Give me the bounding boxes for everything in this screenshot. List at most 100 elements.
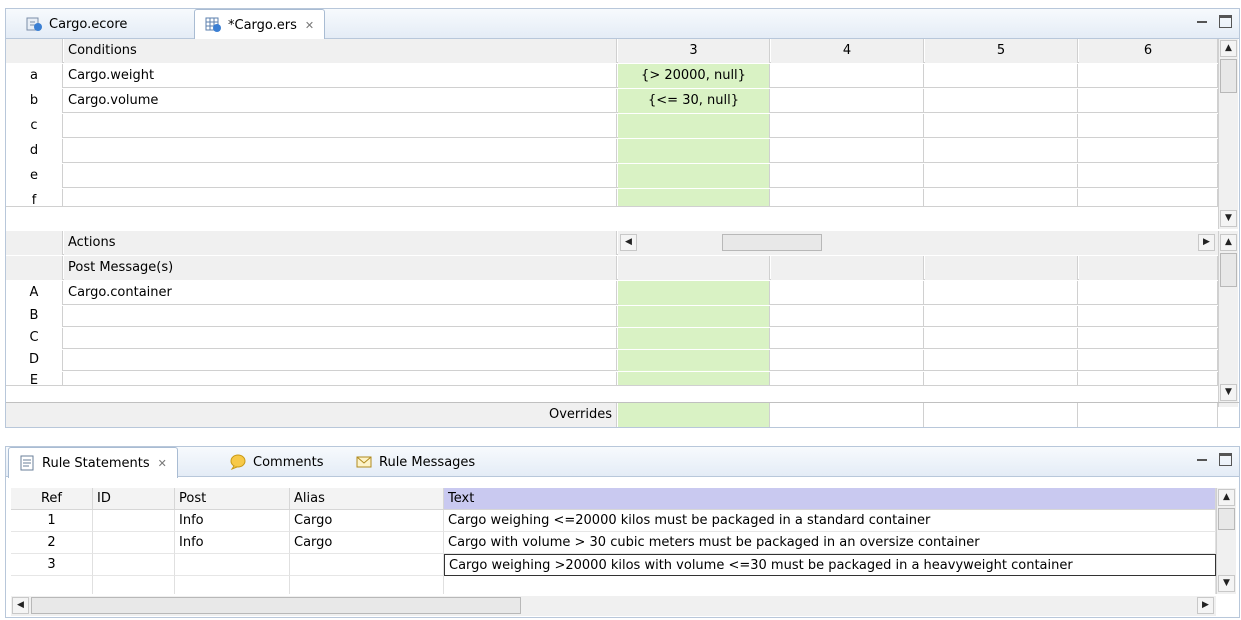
action-text[interactable]: [64, 350, 617, 371]
condition-text[interactable]: Cargo.weight: [64, 64, 617, 88]
table-horizontal-scrollbar[interactable]: ◀ ▶: [11, 596, 1216, 616]
action-text[interactable]: [64, 328, 617, 349]
action-value-cell[interactable]: [1079, 350, 1218, 371]
condition-value-cell[interactable]: [1079, 114, 1218, 138]
scroll-down-arrow-icon[interactable]: ▼: [1218, 575, 1235, 592]
post-message-cell[interactable]: [618, 256, 770, 280]
action-value-cell[interactable]: [925, 328, 1078, 349]
scroll-up-arrow-icon[interactable]: ▲: [1220, 40, 1237, 57]
action-value-cell[interactable]: [1079, 306, 1218, 327]
scroll-up-arrow-icon[interactable]: ▲: [1218, 489, 1235, 506]
tab-cargo-ecore[interactable]: Cargo.ecore: [16, 9, 137, 39]
condition-value-cell[interactable]: [771, 189, 924, 206]
action-value-cell[interactable]: [618, 328, 770, 349]
condition-value-cell[interactable]: [1079, 89, 1218, 113]
condition-value-cell[interactable]: [771, 89, 924, 113]
scrollbar-thumb[interactable]: [1220, 59, 1237, 93]
condition-value-cell[interactable]: [618, 139, 770, 163]
condition-value-cell[interactable]: [771, 164, 924, 188]
condition-value-cell[interactable]: [1079, 164, 1218, 188]
scrollbar-thumb[interactable]: [722, 234, 822, 251]
column-header-post[interactable]: Post: [175, 488, 290, 510]
action-value-cell[interactable]: [771, 306, 924, 327]
close-icon[interactable]: ✕: [305, 19, 314, 32]
condition-value-cell[interactable]: [925, 189, 1078, 206]
column-header-6[interactable]: 6: [1079, 39, 1218, 63]
conditions-vertical-scrollbar[interactable]: ▲ ▼: [1218, 39, 1238, 229]
condition-value-cell[interactable]: [925, 114, 1078, 138]
condition-value-cell[interactable]: [1079, 189, 1218, 206]
scrollbar-thumb[interactable]: [1220, 253, 1237, 287]
condition-value-cell[interactable]: {<= 30, null}: [618, 89, 770, 113]
scroll-down-arrow-icon[interactable]: ▼: [1220, 210, 1237, 227]
action-value-cell[interactable]: [771, 350, 924, 371]
action-text[interactable]: [64, 306, 617, 327]
action-text[interactable]: Cargo.container: [64, 281, 617, 305]
columns-horizontal-scrollbar[interactable]: ◀ ▶: [618, 231, 1218, 255]
column-header-4[interactable]: 4: [771, 39, 924, 63]
action-value-cell[interactable]: [771, 281, 924, 305]
action-value-cell[interactable]: [925, 306, 1078, 327]
close-icon[interactable]: ✕: [158, 457, 167, 470]
condition-text[interactable]: [64, 164, 617, 188]
condition-value-cell[interactable]: [771, 114, 924, 138]
action-value-cell[interactable]: [1079, 281, 1218, 305]
scroll-left-arrow-icon[interactable]: ◀: [12, 597, 29, 614]
column-header-ref[interactable]: Ref: [11, 488, 93, 510]
action-value-cell[interactable]: [925, 372, 1078, 385]
condition-value-cell[interactable]: [771, 64, 924, 88]
column-header-alias[interactable]: Alias: [290, 488, 444, 510]
cell-text-editing[interactable]: Cargo weighing >20000 kilos with volume …: [444, 554, 1216, 576]
action-value-cell[interactable]: [925, 350, 1078, 371]
condition-value-cell[interactable]: [1079, 139, 1218, 163]
action-value-cell[interactable]: [771, 372, 924, 385]
column-header-5[interactable]: 5: [925, 39, 1078, 63]
tab-cargo-ers[interactable]: *Cargo.ers ✕: [194, 9, 326, 40]
scroll-down-arrow-icon[interactable]: ▼: [1220, 384, 1237, 401]
tab-rule-statements[interactable]: Rule Statements ✕: [8, 447, 178, 478]
column-header-text[interactable]: Text: [444, 488, 1216, 510]
action-value-cell[interactable]: [771, 328, 924, 349]
action-value-cell[interactable]: [618, 350, 770, 371]
condition-text[interactable]: Cargo.volume: [64, 89, 617, 113]
scroll-left-arrow-icon[interactable]: ◀: [620, 234, 637, 251]
condition-value-cell[interactable]: [618, 164, 770, 188]
condition-value-cell[interactable]: [771, 139, 924, 163]
condition-value-cell[interactable]: [618, 189, 770, 206]
action-value-cell[interactable]: [925, 281, 1078, 305]
scrollbar-thumb[interactable]: [1218, 508, 1235, 530]
maximize-icon[interactable]: [1219, 453, 1232, 466]
condition-value-cell[interactable]: [925, 139, 1078, 163]
condition-value-cell[interactable]: [925, 64, 1078, 88]
actions-vertical-scrollbar[interactable]: ▲ ▼: [1218, 231, 1238, 407]
action-text[interactable]: [64, 372, 617, 385]
override-cell[interactable]: [925, 403, 1078, 427]
minimize-icon[interactable]: [1197, 17, 1207, 23]
condition-value-cell[interactable]: {> 20000, null}: [618, 64, 770, 88]
action-value-cell[interactable]: [618, 372, 770, 385]
scroll-up-arrow-icon[interactable]: ▲: [1220, 234, 1237, 251]
scroll-right-arrow-icon[interactable]: ▶: [1197, 597, 1214, 614]
column-header-3[interactable]: 3: [618, 39, 770, 63]
minimize-icon[interactable]: [1197, 455, 1207, 461]
override-cell[interactable]: [1079, 403, 1218, 427]
condition-text[interactable]: [64, 114, 617, 138]
table-vertical-scrollbar[interactable]: ▲ ▼: [1216, 488, 1236, 594]
post-message-cell[interactable]: [925, 256, 1078, 280]
condition-value-cell[interactable]: [925, 164, 1078, 188]
condition-value-cell[interactable]: [1079, 64, 1218, 88]
action-value-cell[interactable]: [1079, 328, 1218, 349]
scrollbar-thumb[interactable]: [31, 597, 521, 614]
condition-value-cell[interactable]: [618, 114, 770, 138]
action-value-cell[interactable]: [618, 306, 770, 327]
action-value-cell[interactable]: [618, 281, 770, 305]
scroll-right-arrow-icon[interactable]: ▶: [1198, 234, 1215, 251]
condition-text[interactable]: [64, 189, 617, 206]
condition-text[interactable]: [64, 139, 617, 163]
tab-comments[interactable]: Comments: [220, 447, 333, 477]
maximize-icon[interactable]: [1219, 15, 1232, 28]
post-message-cell[interactable]: [771, 256, 924, 280]
tab-rule-messages[interactable]: Rule Messages: [346, 447, 485, 477]
column-header-id[interactable]: ID: [93, 488, 175, 510]
override-cell[interactable]: [771, 403, 924, 427]
